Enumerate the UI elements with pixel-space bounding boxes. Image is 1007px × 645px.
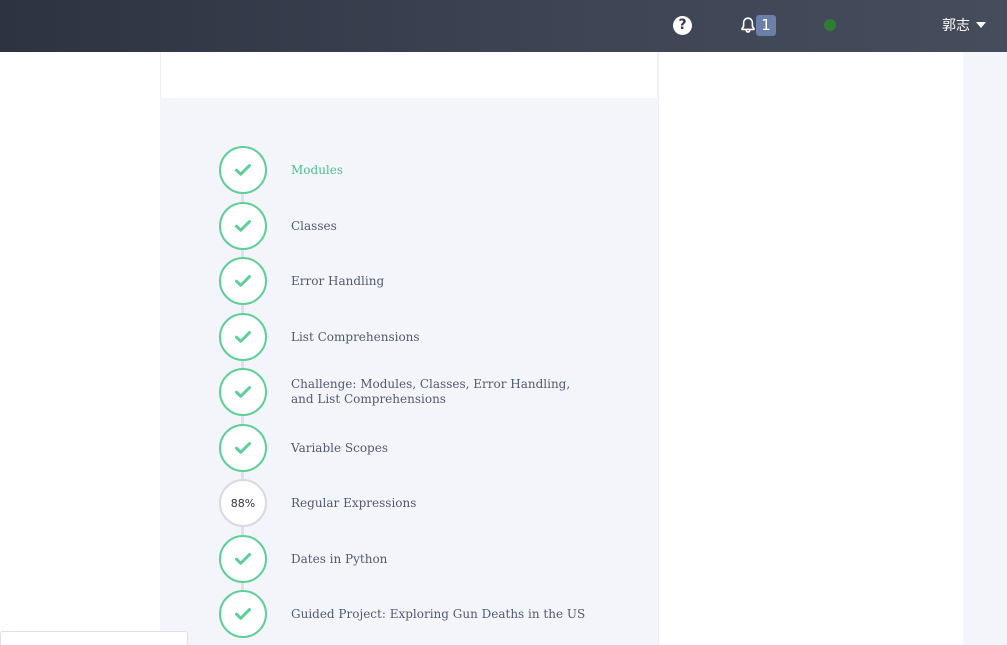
top-nav-bar: ? 1 郭志: [0, 0, 1007, 52]
online-status-dot: [824, 19, 836, 31]
content-header-area: [160, 52, 658, 98]
progress-percent: 88%: [230, 496, 256, 510]
completed-step-circle: [219, 368, 267, 416]
mission-step-guided-project[interactable]: Guided Project: Exploring Gun Deaths in …: [219, 590, 639, 638]
mission-step-modules[interactable]: Modules: [219, 146, 639, 194]
mission-step-challenge[interactable]: Challenge: Modules, Classes, Error Handl…: [219, 368, 639, 416]
checkmark-icon: [235, 220, 251, 232]
bell-icon: [741, 17, 755, 33]
left-margin: [0, 52, 160, 645]
bottom-floating-tab[interactable]: [0, 631, 188, 645]
mission-step-label: Classes: [291, 218, 337, 233]
mission-step-label: Error Handling: [291, 273, 385, 288]
completed-step-circle: [219, 146, 267, 194]
completed-step-circle: [219, 590, 267, 638]
mission-step-regular-expressions[interactable]: 88% Regular Expressions: [219, 479, 639, 527]
notifications-button[interactable]: 1: [740, 14, 776, 36]
far-right-gutter: [963, 52, 1007, 645]
mission-step-variable-scopes[interactable]: Variable Scopes: [219, 424, 639, 472]
progress-step-circle: 88%: [219, 479, 267, 527]
completed-step-circle: [219, 257, 267, 305]
notification-count-badge: 1: [756, 14, 776, 36]
mission-step-label: Regular Expressions: [291, 495, 417, 510]
mission-step-classes[interactable]: Classes: [219, 202, 639, 250]
checkmark-icon: [235, 442, 251, 454]
completed-step-circle: [219, 313, 267, 361]
mission-step-label: List Comprehensions: [291, 329, 420, 344]
completed-step-circle: [219, 535, 267, 583]
user-name: 郭志: [942, 18, 970, 34]
mission-step-label: Challenge: Modules, Classes, Error Handl…: [291, 377, 571, 406]
checkmark-icon: [235, 331, 251, 343]
completed-step-circle: [219, 202, 267, 250]
checkmark-icon: [235, 164, 251, 176]
checkmark-icon: [235, 608, 251, 620]
mission-step-label: Dates in Python: [291, 551, 388, 566]
caret-down-icon: [976, 22, 986, 28]
mission-step-error-handling[interactable]: Error Handling: [219, 257, 639, 305]
question-circle-icon[interactable]: ?: [673, 16, 692, 35]
mission-step-dates-in-python[interactable]: Dates in Python: [219, 535, 639, 583]
checkmark-icon: [235, 275, 251, 287]
completed-step-circle: [219, 424, 267, 472]
checkmark-icon: [235, 553, 251, 565]
mission-step-label: Modules: [291, 162, 344, 177]
mission-step-label: Guided Project: Exploring Gun Deaths in …: [291, 606, 586, 621]
checkmark-icon: [235, 386, 251, 398]
right-sidebar: [658, 52, 963, 645]
mission-step-list-comprehensions[interactable]: List Comprehensions: [219, 313, 639, 361]
mission-step-label: Variable Scopes: [291, 440, 388, 455]
user-menu-button[interactable]: 郭志: [942, 15, 986, 35]
